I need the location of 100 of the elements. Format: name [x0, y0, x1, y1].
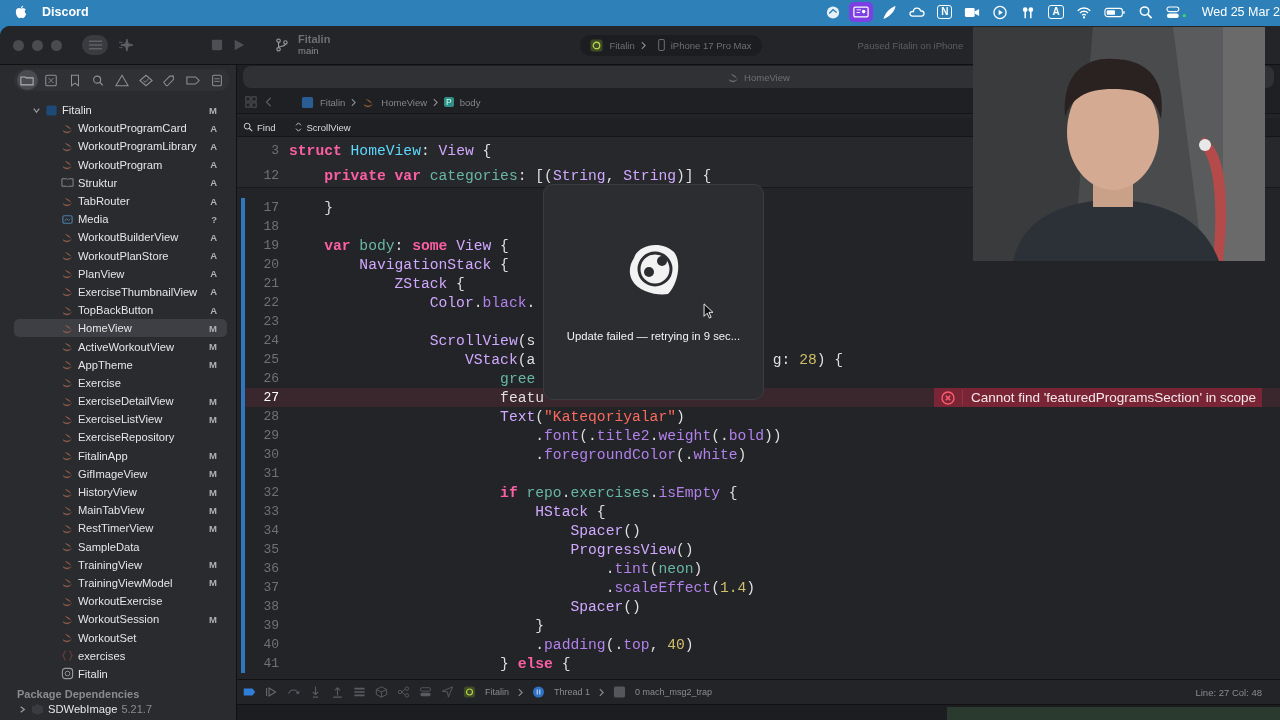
frame-icon	[613, 686, 627, 698]
file-row[interactable]: Fitalin	[14, 664, 227, 683]
code-line: } else {	[499, 655, 571, 672]
status-letter: M	[209, 613, 217, 625]
file-row[interactable]: WorkoutPlanStore A	[14, 246, 227, 265]
thread-name[interactable]: Thread 1	[554, 687, 591, 697]
file-row[interactable]: AppTheme M	[14, 355, 227, 374]
file-row[interactable]: WorkoutExercise	[14, 592, 227, 611]
navigator-tab[interactable]	[17, 70, 38, 90]
file-row[interactable]: ExerciseListView M	[14, 410, 227, 429]
file-row[interactable]: MainTabView M	[14, 501, 227, 520]
file-name: WorkoutProgram	[78, 158, 163, 171]
project-icon	[301, 95, 314, 109]
file-row[interactable]: Fitalin M	[14, 101, 227, 120]
status-letter: M	[209, 359, 217, 371]
file-row[interactable]: ExerciseRepository	[14, 428, 227, 447]
file-name: PlanView	[78, 267, 125, 280]
section-header: Package Dependencies	[17, 688, 141, 700]
file-row[interactable]: ExerciseThumbnailView A	[14, 282, 227, 302]
status-letter: A	[210, 304, 217, 316]
file-name: Struktur	[78, 176, 118, 189]
stop-icon[interactable]	[211, 38, 223, 52]
toggle-icon[interactable]	[419, 686, 432, 698]
file-row[interactable]: GifImageView M	[14, 464, 227, 483]
apple-icon[interactable]	[15, 5, 27, 19]
close-button[interactable]	[13, 39, 24, 51]
sparkle-icon[interactable]	[117, 38, 135, 52]
file-row[interactable]: ExerciseDetailView M	[14, 392, 227, 411]
error-annotation[interactable]: Cannot find 'featuredProgramsSection' in scope	[933, 388, 1262, 407]
navigator-icon	[44, 73, 58, 87]
project-icon	[45, 103, 58, 117]
file-name: AppTheme	[78, 358, 133, 371]
file-name: WorkoutPlanStore	[78, 249, 169, 262]
status-item[interactable]	[849, 2, 874, 22]
branch-icon	[276, 38, 288, 52]
file-row[interactable]: HomeView M	[14, 319, 227, 338]
minimize-button[interactable]	[32, 39, 43, 51]
update-message: Update failed — retrying in 9 sec...	[566, 330, 741, 342]
file-row[interactable]: Exercise	[14, 373, 227, 392]
file-row[interactable]: WorkoutSession M	[14, 610, 227, 629]
file-row[interactable]: exercises	[14, 646, 227, 665]
project-title: Fitalin	[298, 34, 331, 45]
file-row[interactable]: ActiveWorkoutView M	[14, 337, 227, 356]
file-row[interactable]: WorkoutProgramCard A	[14, 119, 227, 138]
step-out-icon[interactable]	[331, 686, 344, 698]
file-name: WorkoutSession	[78, 613, 160, 626]
app-icon	[61, 667, 74, 681]
graph-icon[interactable]	[397, 686, 410, 698]
file-row[interactable]: Struktur A	[14, 173, 227, 192]
line-number: 28	[262, 409, 279, 424]
breakpoints-icon[interactable]	[243, 686, 256, 698]
file-row[interactable]: WorkoutProgramLibrary A	[14, 137, 227, 156]
cube-icon[interactable]	[375, 686, 388, 698]
breadcrumb-item[interactable]: Fitalin	[320, 96, 346, 108]
file-name: WorkoutProgramCard	[78, 122, 187, 135]
file-row[interactable]: FitalinApp M	[14, 446, 227, 465]
continue-icon[interactable]	[265, 686, 278, 698]
file-row[interactable]: Media ?	[14, 210, 227, 229]
status-letter: M	[209, 468, 217, 480]
chevron-icon[interactable]	[18, 704, 27, 714]
book-icon	[61, 176, 74, 190]
run-icon[interactable]	[233, 38, 245, 52]
line-number: 32	[262, 485, 279, 500]
app-menu[interactable]: Discord	[42, 5, 89, 19]
file-row[interactable]: SampleData	[14, 537, 227, 556]
phone-icon	[657, 39, 665, 51]
file-name: SampleData	[78, 540, 140, 553]
breadcrumb-item[interactable]: body	[459, 96, 481, 108]
code-line: VStack(a g: 28) {	[463, 351, 844, 368]
debug-target[interactable]: Fitalin	[485, 687, 509, 697]
find-button[interactable]: Find	[243, 121, 276, 133]
file-row[interactable]: RestTimerView M	[14, 519, 227, 538]
file-row[interactable]: WorkoutProgram A	[14, 155, 227, 174]
menu-bar-clock[interactable]: Wed 25 Mar 2	[1201, 5, 1280, 19]
scope-selector[interactable]: ScrollView	[295, 121, 351, 133]
line-number: 41	[262, 656, 279, 671]
file-row[interactable]: WorkoutSet	[14, 628, 227, 647]
line-number: 24	[262, 333, 279, 348]
location-icon[interactable]	[441, 686, 454, 698]
breadcrumb-item[interactable]: HomeView	[381, 96, 428, 108]
file-row[interactable]: HistoryView M	[14, 482, 227, 502]
status-letter: A	[210, 231, 217, 243]
package-row[interactable]: SDWebImage 5.21.7	[18, 700, 236, 718]
file-row[interactable]: TopBackButton A	[14, 301, 227, 320]
file-row[interactable]: PlanView A	[14, 264, 227, 283]
file-row[interactable]: WorkoutBuilderView A	[14, 228, 227, 247]
navigator-icon	[162, 73, 177, 87]
line-number: 30	[262, 447, 279, 462]
code-line: Spacer()	[569, 598, 641, 615]
stack-frame[interactable]: 0 mach_msg2_trap	[635, 687, 713, 697]
zoom-button[interactable]	[51, 39, 62, 51]
file-row[interactable]: TrainingView M	[14, 555, 227, 574]
file-name: Fitalin	[78, 667, 108, 680]
package-version: 5.21.7	[121, 703, 153, 715]
file-row[interactable]: TrainingViewModel M	[14, 573, 227, 593]
code-line: ScrollView(s	[428, 332, 536, 349]
file-name: TabRouter	[78, 195, 130, 208]
sidebar-toggle-button[interactable]	[82, 35, 108, 55]
file-row[interactable]: TabRouter A	[14, 191, 227, 211]
stack-icon[interactable]	[353, 686, 366, 698]
